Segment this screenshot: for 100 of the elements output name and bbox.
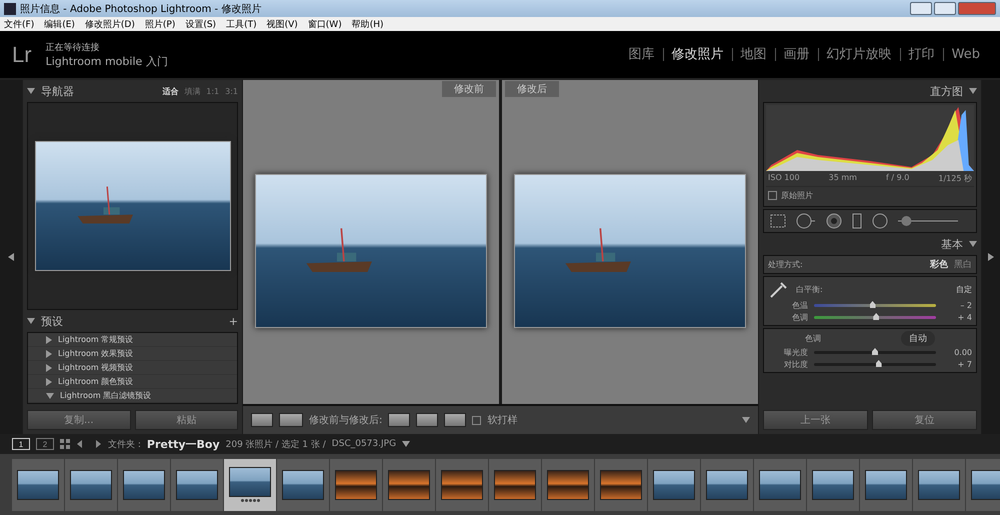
copy-left-button[interactable] (416, 413, 438, 427)
filmstrip-cell[interactable] (383, 458, 435, 510)
menu-item[interactable]: 帮助(H) (352, 18, 384, 30)
triangle-icon[interactable] (969, 88, 977, 94)
triangle-icon[interactable] (46, 336, 52, 344)
photo-thumbnail (388, 470, 430, 500)
menu-item[interactable]: 照片(P) (144, 18, 176, 30)
filmstrip-cell[interactable] (12, 458, 64, 510)
maximize-button[interactable] (934, 2, 956, 15)
original-photo-label: 原始照片 (781, 190, 813, 201)
preset-folder[interactable]: Lightroom 常规预设 (28, 333, 237, 347)
filmstrip-cell[interactable] (224, 458, 276, 510)
photo-thumbnail (865, 470, 907, 500)
slider-value: + 4 (956, 313, 972, 322)
module-tab[interactable]: 幻灯片放映 (818, 48, 900, 61)
filmstrip-cell[interactable] (489, 458, 541, 510)
panel-title[interactable]: 基本 (941, 236, 963, 252)
swap-button[interactable] (444, 413, 466, 427)
menu-item[interactable]: 编辑(E) (44, 18, 75, 30)
filmstrip-cell[interactable] (330, 458, 382, 510)
menu-item[interactable]: 设置(S) (185, 18, 216, 30)
preset-folder[interactable]: Lightroom 黑白滤镜预设 (28, 389, 237, 403)
filmstrip-cell[interactable] (277, 458, 329, 510)
filmstrip-cell[interactable] (701, 458, 753, 510)
triangle-icon[interactable] (402, 441, 410, 447)
filmstrip-cell[interactable] (118, 458, 170, 510)
triangle-icon[interactable] (46, 364, 52, 372)
module-tab[interactable]: Web (942, 48, 988, 61)
page-button[interactable]: 2 (36, 438, 54, 450)
menu-item[interactable]: 工具(T) (226, 18, 257, 30)
eye-target-icon[interactable] (826, 213, 842, 229)
grid-icon[interactable] (60, 439, 70, 449)
filmstrip-cell[interactable] (913, 458, 965, 510)
radial-filter-icon[interactable] (872, 213, 888, 229)
brush-size-slider[interactable] (898, 215, 958, 227)
folder-name: Pretty一Boy (146, 436, 220, 452)
filmstrip-cell[interactable] (436, 458, 488, 510)
filmstrip-cell[interactable] (171, 458, 223, 510)
file-name[interactable]: DSC_0573.JPG (332, 439, 396, 449)
module-tab[interactable]: 打印 (900, 48, 943, 61)
balance-dropdown[interactable]: 自定 (956, 284, 972, 294)
triangle-icon[interactable] (46, 350, 52, 358)
module-tab[interactable]: 画册 (774, 48, 818, 61)
slider-track[interactable] (814, 316, 936, 319)
slider-label: 对比度 (783, 359, 808, 370)
filmstrip-cell[interactable] (648, 458, 700, 510)
triangle-icon[interactable] (742, 417, 750, 423)
slider-thumb[interactable] (876, 360, 882, 367)
panel-title[interactable]: 预设 (41, 314, 63, 328)
menu-item[interactable]: 修改照片(D) (84, 18, 135, 30)
filmstrip-cell[interactable] (860, 458, 912, 510)
preset-folder[interactable]: Lightroom 效果预设 (28, 347, 237, 361)
crop-grid-icon[interactable] (770, 214, 786, 228)
filmstrip-cell[interactable] (807, 458, 859, 510)
mobile-link[interactable]: Lightroom mobile 入门 (46, 54, 168, 68)
zoom-option[interactable]: 适合 (162, 86, 178, 96)
triangle-icon[interactable] (46, 378, 52, 386)
slider-thumb[interactable] (872, 348, 878, 355)
page-button[interactable]: 1 (12, 438, 30, 450)
photo-thumbnail (812, 470, 854, 500)
graduated-filter-icon[interactable] (852, 213, 862, 229)
app-logo: Lr (12, 42, 32, 68)
copy-right-button[interactable] (388, 413, 410, 427)
triangle-icon[interactable] (988, 253, 994, 261)
filmstrip-cell[interactable] (595, 458, 647, 510)
panel-title[interactable]: 直方图 (930, 84, 963, 98)
slider-thumb[interactable] (870, 301, 876, 308)
triangle-icon[interactable] (969, 241, 977, 247)
spot-removal-icon[interactable] (796, 213, 816, 229)
minimize-button[interactable] (910, 2, 932, 15)
menu-item[interactable]: 窗口(W) (308, 18, 342, 30)
slider-track[interactable] (814, 304, 936, 307)
treatment-option[interactable]: 彩色 (930, 258, 948, 271)
module-tab[interactable]: 修改照片 (662, 48, 732, 61)
menu-item[interactable]: 文件(F) (4, 18, 34, 30)
original-photo-checkbox[interactable] (768, 191, 777, 200)
soft-proof-checkbox[interactable] (472, 416, 482, 424)
menu-item[interactable]: 视图(V) (266, 18, 298, 30)
slider-label: 色调 (791, 312, 808, 323)
back-forward-arrows-icon[interactable] (76, 439, 102, 449)
filmstrip-cell[interactable] (542, 458, 594, 510)
exif-info: ISO 100 (768, 173, 800, 184)
loupe-view-button[interactable] (251, 413, 273, 427)
soft-proof-label: 软打样 (487, 414, 518, 427)
module-tab[interactable]: 图库 (620, 48, 663, 61)
add-preset-button[interactable]: + (228, 314, 238, 328)
module-tab[interactable]: 地图 (732, 48, 775, 61)
slider-thumb[interactable] (873, 313, 880, 320)
preset-folder[interactable]: Lightroom 颜色预设 (28, 375, 237, 389)
tone-label: 色调 (805, 333, 821, 344)
filmstrip-cell[interactable] (65, 458, 117, 510)
triangle-icon[interactable] (27, 318, 35, 324)
auto-button[interactable]: 自动 (901, 331, 935, 346)
triangle-icon[interactable] (8, 253, 14, 261)
filmstrip-cell[interactable] (754, 458, 806, 510)
triangle-icon[interactable] (46, 392, 54, 398)
compare-view-button[interactable] (279, 413, 303, 427)
triangle-icon[interactable] (27, 88, 35, 94)
panel-title[interactable]: 导航器 (41, 84, 74, 98)
preset-folder[interactable]: Lightroom 视频预设 (28, 361, 237, 375)
